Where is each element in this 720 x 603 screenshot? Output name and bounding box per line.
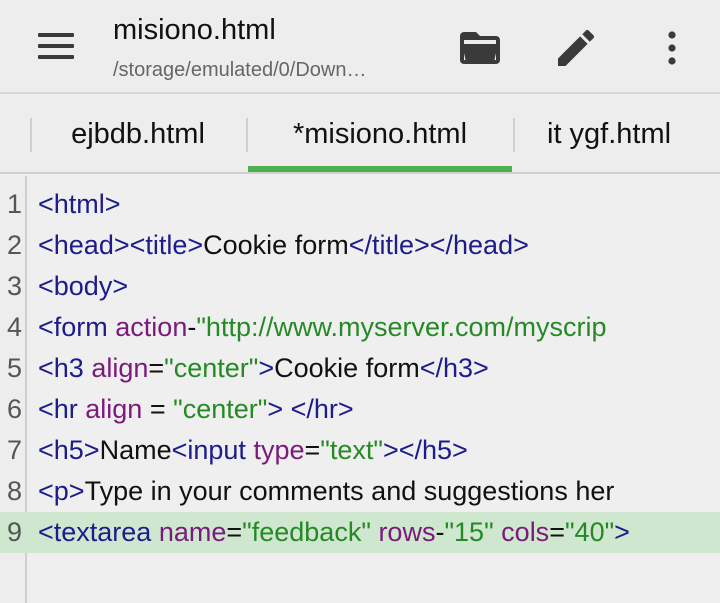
code-token: name <box>158 517 227 547</box>
code-text: <body> <box>38 266 128 307</box>
pencil-icon[interactable] <box>552 24 600 72</box>
code-text: <head><title>Cookie form</title></head> <box>38 225 529 266</box>
code-token: "center" <box>173 394 268 424</box>
code-editor[interactable]: 1 <html> 2 <head><title>Cookie form</title>… <box>0 176 720 603</box>
code-token: > <box>258 353 275 383</box>
code-token: "center" <box>164 353 259 383</box>
tab-bar: ejbdb.html *misiono.html it ygf.html <box>0 96 720 174</box>
code-token: "feedback" <box>242 517 371 547</box>
more-vert-icon[interactable] <box>648 24 696 72</box>
code-token: = <box>226 517 243 547</box>
code-line[interactable]: 4 <form action-"http://www.myserver.com/m… <box>0 307 720 348</box>
code-line[interactable]: 7 <h5>Name<input type="text"></h5> <box>0 430 720 471</box>
tab-divider <box>513 118 515 152</box>
code-token: align <box>91 353 149 383</box>
code-token: <form <box>38 312 116 342</box>
code-text: <html> <box>38 184 121 225</box>
code-token: Type in your comments and suggestions he… <box>84 476 615 506</box>
line-number: 2 <box>6 230 22 260</box>
code-text: <h3 align="center">Cookie form</h3> <box>38 348 489 389</box>
code-token: - <box>187 312 197 342</box>
code-token: ></h5> <box>382 435 468 465</box>
line-number: 4 <box>6 312 22 342</box>
code-token: = <box>148 353 165 383</box>
code-token: "40" <box>564 517 615 547</box>
line-number: 8 <box>6 476 22 506</box>
code-line[interactable]: 2 <head><title>Cookie form</title></head> <box>0 225 720 266</box>
code-token: Name <box>99 435 172 465</box>
line-number: 7 <box>6 435 22 465</box>
code-token: <head><title> <box>38 230 204 260</box>
code-text: <textarea name="feedback" rows-"15" cols… <box>38 512 630 553</box>
code-token: Cookie form <box>274 353 420 383</box>
code-token: align <box>85 394 143 424</box>
code-token: > </hr> <box>267 394 354 424</box>
tab-misiono[interactable]: *misiono.html <box>248 96 512 172</box>
code-text: <form action-"http://www.myserver.com/my… <box>38 307 607 348</box>
tab-ejbdb[interactable]: ejbdb.html <box>32 96 244 172</box>
code-token: <h5> <box>38 435 100 465</box>
tab-it-ygf[interactable]: it ygf.html <box>516 96 720 172</box>
code-line[interactable]: 9 <textarea name="feedback" rows-"15" col… <box>0 512 720 553</box>
code-token: <h3 <box>38 353 92 383</box>
code-text: <hr align = "center"> </hr> <box>38 389 354 430</box>
line-number: 1 <box>6 189 22 219</box>
code-token: </title></head> <box>348 230 529 260</box>
code-token: <hr <box>38 394 86 424</box>
code-token: > <box>614 517 630 547</box>
code-text: <h5>Name<input type="text"></h5> <box>38 430 468 471</box>
code-text: <p>Type in your comments and suggestions… <box>38 471 614 512</box>
folder-open-icon[interactable] <box>456 24 504 72</box>
menu-icon[interactable] <box>28 24 84 68</box>
line-number: 9 <box>6 517 22 547</box>
code-line[interactable]: 5 <h3 align="center">Cookie form</h3> <box>0 348 720 389</box>
code-line[interactable]: 6 <hr align = "center"> </hr> <box>0 389 720 430</box>
line-number: 5 <box>6 353 22 383</box>
code-token: rows <box>378 517 436 547</box>
code-token: <textarea <box>38 517 159 547</box>
code-token: action <box>115 312 188 342</box>
file-title: misiono.html <box>113 14 276 46</box>
line-number: 3 <box>6 271 22 301</box>
code-line[interactable]: 3 <body> <box>0 266 720 307</box>
code-token: </h3> <box>419 353 489 383</box>
app-toolbar: misiono.html /storage/emulated/0/Down… <box>0 0 720 94</box>
code-token: <html> <box>38 189 121 219</box>
code-token: <input <box>171 435 254 465</box>
code-token: = <box>549 517 565 547</box>
code-token: type <box>253 435 305 465</box>
code-token: "15" <box>444 517 494 547</box>
code-token: "text" <box>320 435 383 465</box>
code-token: = <box>304 435 321 465</box>
code-token: = <box>142 394 174 424</box>
file-path: /storage/emulated/0/Down… <box>113 59 367 81</box>
code-line[interactable]: 1 <html> <box>0 184 720 225</box>
line-number: 6 <box>6 394 22 424</box>
code-token: Cookie form <box>203 230 349 260</box>
code-token: "http://www.myserver.com/myscrip <box>196 312 607 342</box>
code-line[interactable]: 8 <p>Type in your comments and suggestion… <box>0 471 720 512</box>
code-token: <p> <box>38 476 85 506</box>
code-token: <body> <box>38 271 129 301</box>
active-tab-indicator <box>248 166 512 172</box>
code-token: cols <box>501 517 550 547</box>
